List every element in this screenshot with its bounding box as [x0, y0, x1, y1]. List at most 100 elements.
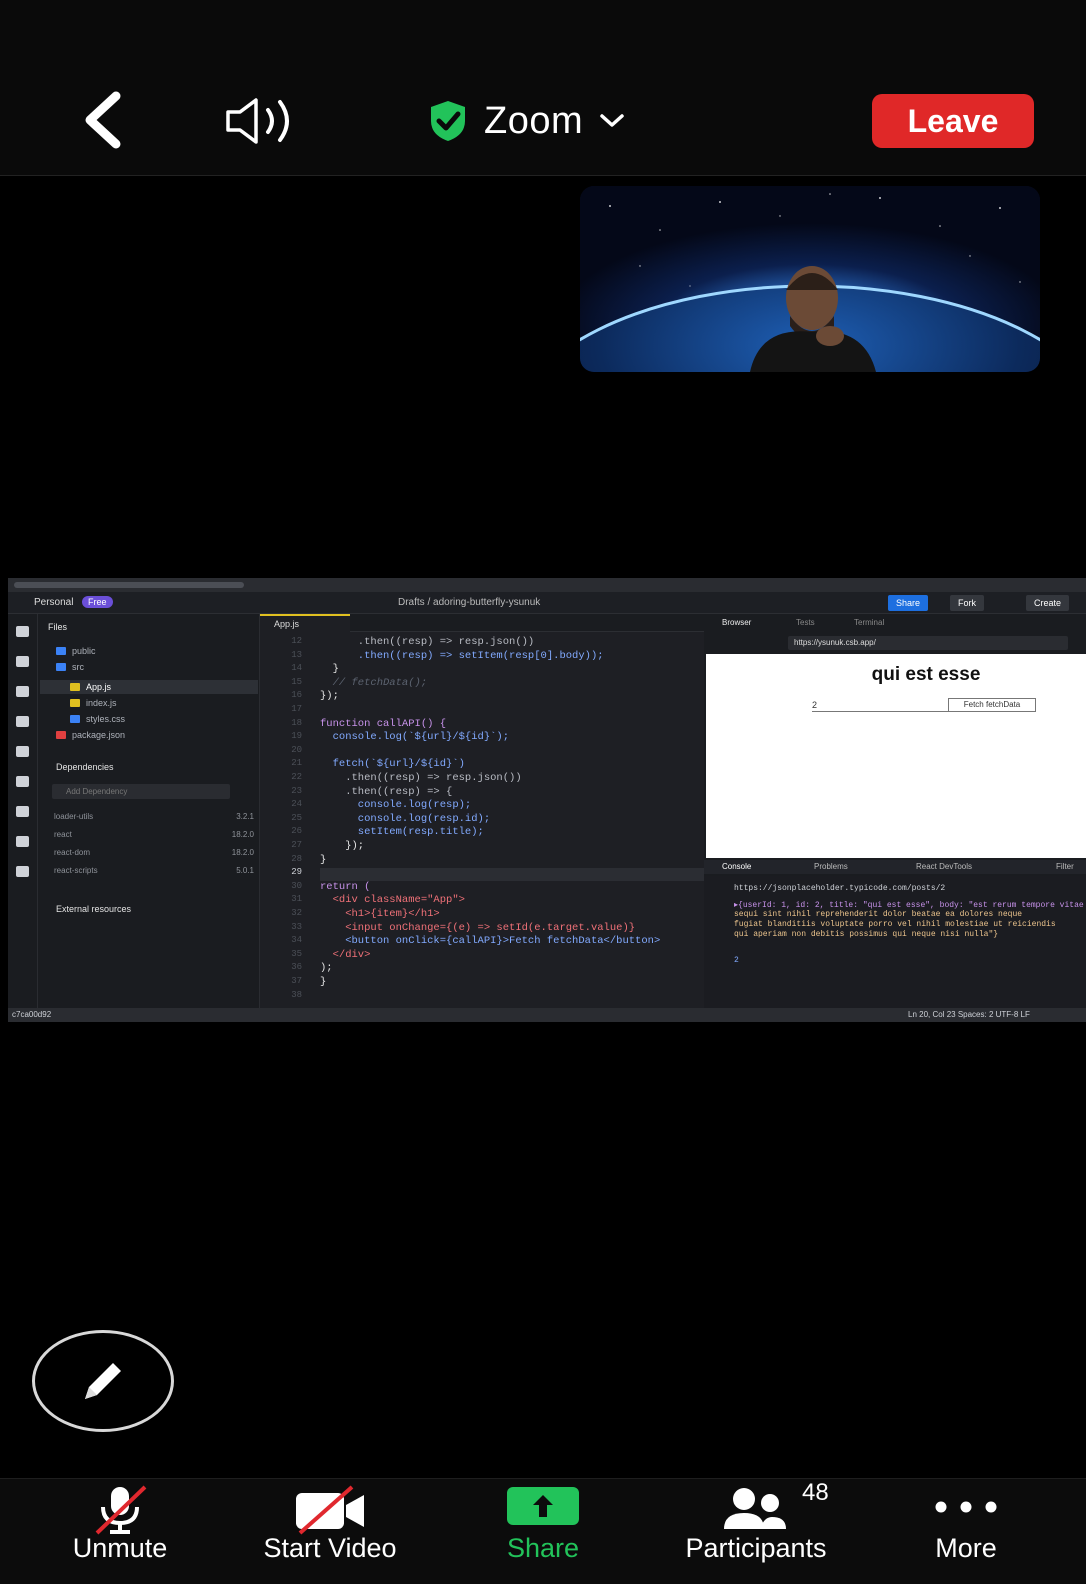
line-number: 22: [291, 772, 302, 782]
annotate-button[interactable]: [32, 1330, 174, 1432]
statusbar-hash: c7ca00d92: [12, 1010, 52, 1019]
code-editor: App.js 12 13 14 15 16 17 18 19 20 21 22 23 24 25 26 27 2…: [260, 614, 704, 1008]
code-line: console.log(resp.id);: [320, 812, 491, 825]
code-line: });: [320, 690, 339, 703]
dependency-row: react 18.2.0: [54, 830, 254, 839]
console-line: ▸{userId: 1, id: 2, title: "qui est esse…: [734, 901, 1084, 910]
meeting-title-dropdown[interactable]: Zoom: [428, 96, 625, 146]
line-number: 35: [291, 948, 302, 959]
browser-urlbar: https://ysunuk.csb.app/: [704, 634, 1086, 652]
line-number: 12: [291, 636, 302, 646]
share-button[interactable]: Share: [490, 1479, 596, 1584]
meeting-header: Zoom Leave: [0, 0, 1086, 176]
line-number: 21: [291, 758, 302, 769]
code-line: <button onClick={callAPI}>Fetch fetchDat…: [320, 935, 661, 948]
file-item: package.json: [56, 730, 125, 740]
activity-icon: [16, 866, 29, 877]
file-item: App.js: [70, 682, 111, 692]
code-line: console.log(resp);: [320, 799, 472, 812]
unmute-button[interactable]: Unmute: [52, 1479, 188, 1584]
line-number: 29: [291, 867, 302, 878]
console-line: qui aperiam non debitis possimus qui neq…: [734, 930, 999, 939]
app-preview: qui est esse 2 Fetch fetchData: [706, 654, 1086, 858]
file-item: public: [56, 646, 96, 656]
meeting-toolbar: Unmute Start Video Share Participants 48: [0, 1478, 1086, 1584]
speaker-icon[interactable]: [222, 96, 302, 146]
participant-video[interactable]: [580, 186, 1040, 372]
code-line: <h1>{item}</h1>: [320, 908, 440, 920]
activity-icon: [16, 716, 29, 727]
dependency-row: react-dom 18.2.0: [54, 848, 254, 857]
start-video-button[interactable]: Start Video: [244, 1479, 416, 1584]
statusbar-position: Ln 20, Col 23 Spaces: 2 UTF-8 LF: [908, 1010, 1030, 1019]
activity-icon: [16, 686, 29, 697]
editor-tabbar: App.js: [260, 614, 704, 632]
line-number: 16: [291, 690, 302, 701]
preview-title: qui est esse: [871, 664, 981, 685]
ide-statusbar: c7ca00d92 Ln 20, Col 23 Spaces: 2 UTF-8 …: [8, 1008, 1086, 1022]
back-chevron-icon[interactable]: [78, 90, 128, 150]
activity-icon: [16, 656, 29, 667]
dependency-row: react-scripts 5.0.1: [54, 866, 254, 875]
code-line: }: [320, 663, 339, 676]
line-number: 25: [291, 812, 302, 823]
css-file-icon: [70, 715, 80, 723]
editor-tab-app-js: App.js: [260, 614, 350, 632]
activity-icon: [16, 746, 29, 757]
participants-label: Participants: [685, 1533, 827, 1563]
browser-tabs: Browser Tests Terminal: [704, 614, 1086, 632]
code-line: setItem(resp.title);: [320, 826, 484, 839]
meeting-title: Zoom: [484, 99, 584, 142]
json-file-icon: [56, 731, 66, 739]
problems-tab: Problems: [814, 862, 848, 871]
devtools-tab: React DevTools: [916, 862, 973, 871]
video-frame: [580, 186, 1040, 372]
leave-button[interactable]: Leave: [872, 94, 1034, 148]
share-arrow-icon: [507, 1487, 579, 1525]
line-number: 37: [291, 976, 302, 986]
browser-tab: Browser: [722, 618, 752, 627]
dependency-row: loader-utils 3.2.1: [54, 812, 254, 821]
ide-create-button: Create: [1026, 595, 1070, 611]
line-number: 14: [291, 663, 302, 674]
code-line: </div>: [320, 948, 371, 961]
code-line: <div className="App">: [320, 894, 465, 907]
ide-fork-button: Fork: [950, 595, 984, 611]
tests-tab: Tests: [796, 618, 815, 627]
line-number: 24: [291, 799, 302, 810]
activity-icon: [16, 626, 29, 637]
line-number: 18: [291, 717, 302, 728]
console-line: fugiat blanditiis voluptate porro vel ni…: [734, 920, 1056, 929]
activity-icon: [16, 776, 29, 787]
code-line: .then((resp) => {: [320, 785, 453, 798]
activity-icon: [16, 806, 29, 817]
line-number: 36: [291, 962, 302, 973]
more-button[interactable]: More: [918, 1479, 1014, 1584]
dependencies-heading: Dependencies: [56, 762, 114, 772]
window-chrome: [8, 578, 1086, 592]
more-label: More: [935, 1533, 997, 1563]
more-dots-icon: [935, 1501, 997, 1513]
console-tab: Console: [722, 862, 752, 871]
file-item: src: [56, 662, 84, 672]
unmute-label: Unmute: [72, 1533, 168, 1563]
code-line: fetch(`${url}/${id}`): [320, 758, 465, 771]
plan-badge: Free: [82, 596, 113, 608]
console-line: sequi sint nihil reprehenderit dolor bea…: [734, 910, 1023, 919]
line-number: 17: [291, 704, 302, 714]
line-number: 33: [291, 921, 302, 932]
code-line: );: [320, 962, 333, 975]
ide-appbar: Personal Free Drafts / adoring-butterfly…: [8, 592, 1086, 614]
shared-screen[interactable]: Personal Free Drafts / adoring-butterfly…: [8, 578, 1086, 1022]
code-line: .then((resp) => resp.json()): [320, 636, 535, 648]
ide-share-button: Share: [888, 595, 929, 611]
participants-icon: [724, 1488, 786, 1529]
line-number: 19: [291, 731, 302, 742]
code-line: }: [320, 853, 327, 866]
line-number: 32: [291, 908, 302, 918]
filter-label: Filter: [1056, 862, 1074, 871]
file-item: index.js: [70, 698, 117, 708]
code-line: console.log(`${url}/${id}`);: [320, 731, 510, 744]
line-number: 34: [291, 935, 302, 946]
add-dependency-input: Add Dependency: [52, 784, 230, 799]
